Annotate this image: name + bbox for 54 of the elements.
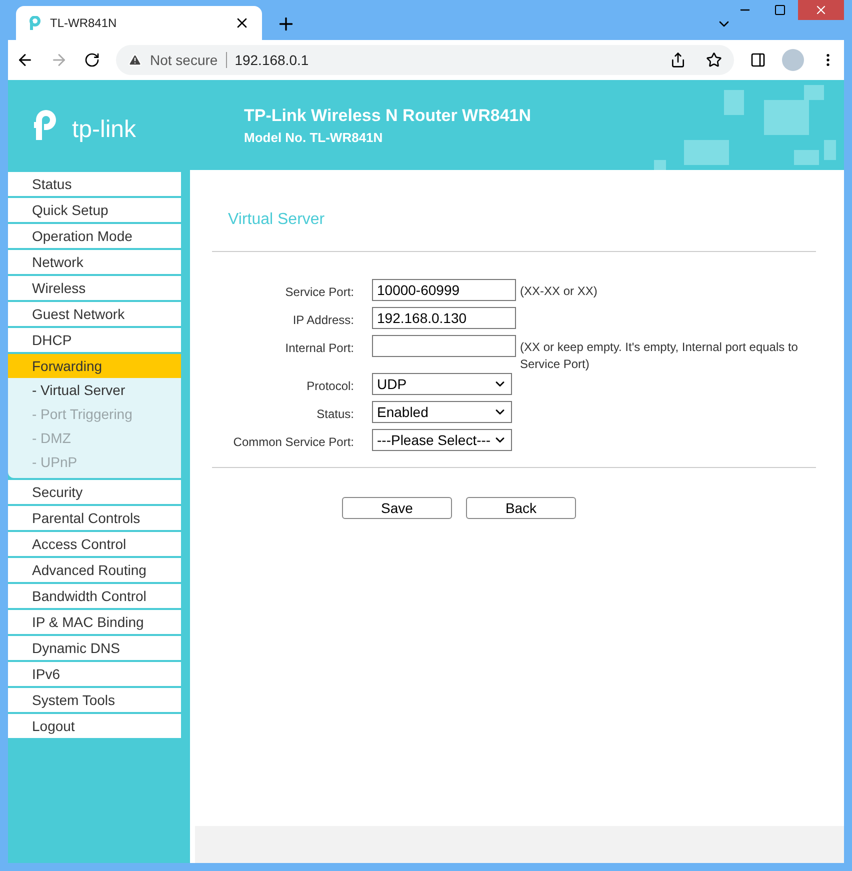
router-title: TP-Link Wireless N Router WR841N bbox=[244, 104, 532, 126]
menu-item[interactable]: IPv6 bbox=[8, 662, 181, 686]
form-button[interactable]: Back bbox=[466, 497, 576, 519]
model-number: Model No. TL-WR841N bbox=[244, 129, 384, 147]
field-label: IP Address: bbox=[292, 313, 354, 327]
menu-item[interactable]: IP & MAC Binding bbox=[8, 610, 181, 634]
warning-icon bbox=[128, 53, 142, 67]
menu-item[interactable]: Guest Network bbox=[8, 302, 181, 326]
share-icon[interactable] bbox=[670, 52, 686, 68]
menu-item[interactable]: Forwarding bbox=[8, 354, 181, 378]
menu-item[interactable]: Parental Controls bbox=[8, 506, 181, 530]
menu-item[interactable]: Security bbox=[8, 480, 181, 504]
menu-item[interactable]: Logout bbox=[8, 714, 181, 738]
menu-item[interactable]: Status bbox=[8, 172, 181, 196]
close-icon bbox=[814, 3, 828, 17]
menu-item[interactable]: Operation Mode bbox=[8, 224, 181, 248]
bookmark-star-icon[interactable] bbox=[706, 52, 722, 68]
menu-item[interactable]: Access Control bbox=[8, 532, 181, 556]
submenu-item[interactable]: - Virtual Server bbox=[8, 378, 181, 402]
input-field[interactable]: 10000-60999 bbox=[372, 279, 516, 301]
field-label: Status: bbox=[316, 407, 354, 421]
menu-item[interactable]: Quick Setup bbox=[8, 198, 181, 222]
field-label: Service Port: bbox=[285, 285, 354, 299]
input-field[interactable] bbox=[372, 335, 516, 357]
field-label: Internal Port: bbox=[285, 341, 354, 355]
field-label: Common Service Port: bbox=[233, 435, 354, 449]
form-button[interactable]: Save bbox=[342, 497, 452, 519]
field-label: Protocol: bbox=[306, 379, 354, 393]
field-hint: (XX or keep empty. It's empty, Internal port equals to Service Port) bbox=[519, 339, 799, 373]
dropdown[interactable]: UDP bbox=[372, 373, 512, 395]
dropdown[interactable]: ---Please Select--- bbox=[372, 429, 512, 451]
address-bar[interactable]: Not secure 192.168.0.1 bbox=[116, 45, 734, 75]
url-text: 192.168.0.1 bbox=[234, 50, 310, 70]
menu-item[interactable]: Advanced Routing bbox=[8, 558, 181, 582]
menu-item[interactable]: Bandwidth Control bbox=[8, 584, 181, 608]
security-label: Not secure bbox=[150, 50, 218, 70]
side-panel-icon[interactable] bbox=[750, 52, 766, 68]
close-window-button[interactable] bbox=[798, 0, 844, 20]
field-hint: (XX-XX or XX) bbox=[519, 283, 598, 300]
maximize-icon[interactable] bbox=[774, 4, 786, 16]
menu-item[interactable]: DHCP bbox=[8, 328, 181, 352]
browser-tab[interactable]: TL-WR841N bbox=[16, 6, 262, 40]
reload-icon[interactable] bbox=[84, 52, 100, 68]
dropdown[interactable]: Enabled bbox=[372, 401, 512, 423]
menu-item[interactable]: Network bbox=[8, 250, 181, 274]
menu-item[interactable]: System Tools bbox=[8, 688, 181, 712]
tab-favicon-icon bbox=[28, 16, 42, 30]
menu-item[interactable]: Wireless bbox=[8, 276, 181, 300]
tab-title: TL-WR841N bbox=[50, 15, 118, 32]
input-field[interactable]: 192.168.0.130 bbox=[372, 307, 516, 329]
back-icon[interactable] bbox=[16, 51, 34, 69]
logo-text: tp-link bbox=[72, 115, 136, 145]
menu-item[interactable]: Dynamic DNS bbox=[8, 636, 181, 660]
page-title: Virtual Server bbox=[228, 210, 326, 230]
